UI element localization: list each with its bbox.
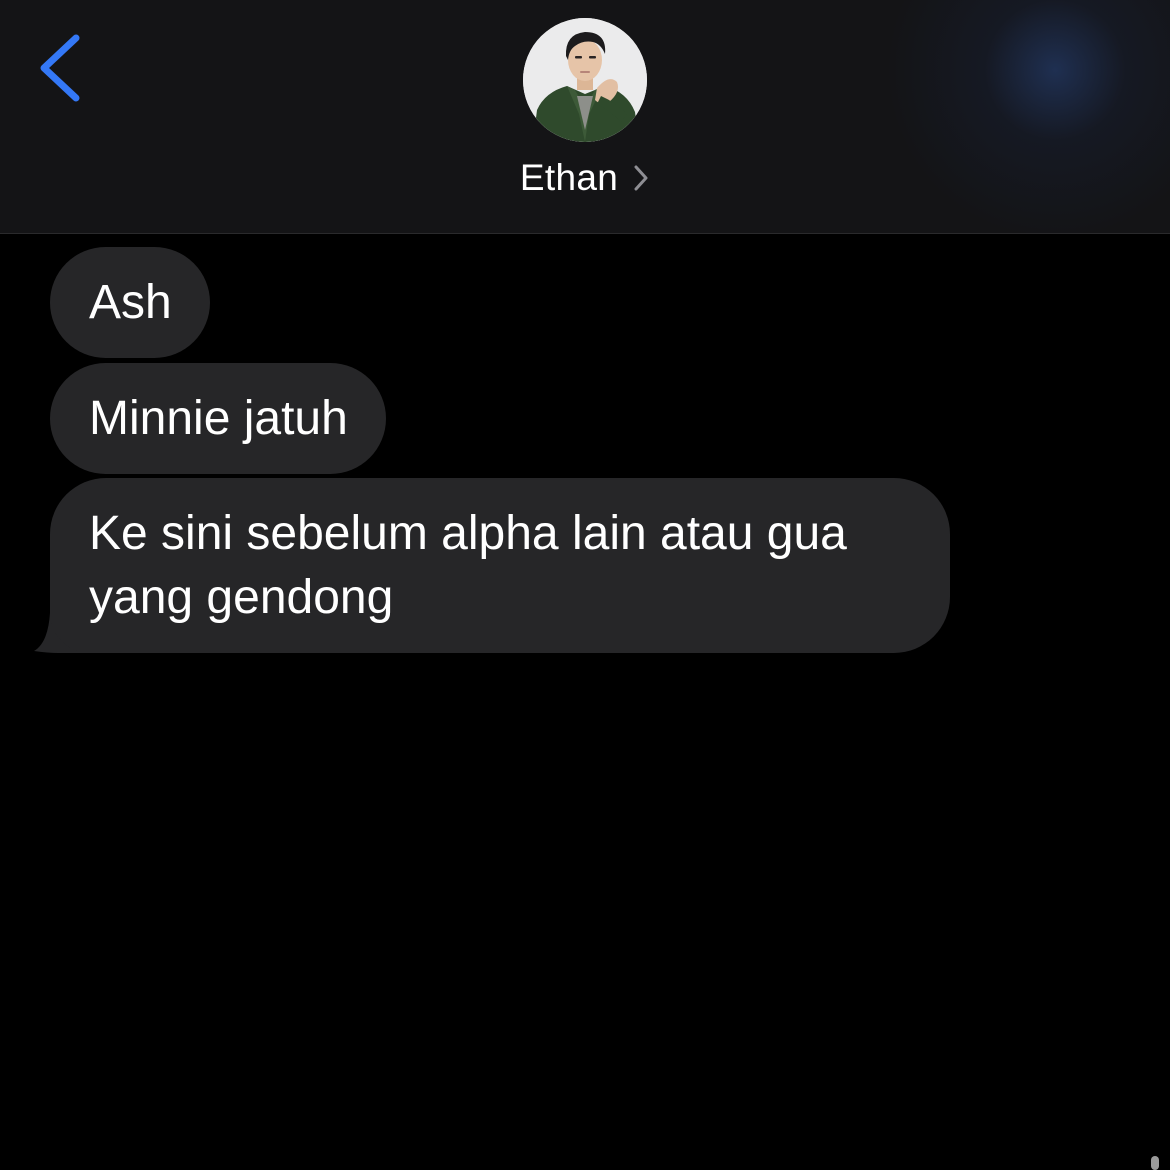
contact-name-button[interactable]: Ethan — [0, 152, 1170, 204]
chevron-right-icon — [634, 165, 648, 191]
message-bubble[interactable]: Ke sini sebelum alpha lain atau gua yang… — [50, 478, 950, 653]
message-bubble[interactable]: Ash — [50, 247, 210, 358]
chevron-left-icon — [40, 34, 80, 102]
message-bubble[interactable]: Minnie jatuh — [50, 363, 386, 474]
contact-photo — [523, 18, 647, 142]
contact-avatar[interactable] — [523, 18, 647, 142]
back-button[interactable] — [34, 30, 88, 110]
contact-name: Ethan — [519, 157, 619, 198]
conversation-header: Ethan — [0, 0, 1170, 234]
